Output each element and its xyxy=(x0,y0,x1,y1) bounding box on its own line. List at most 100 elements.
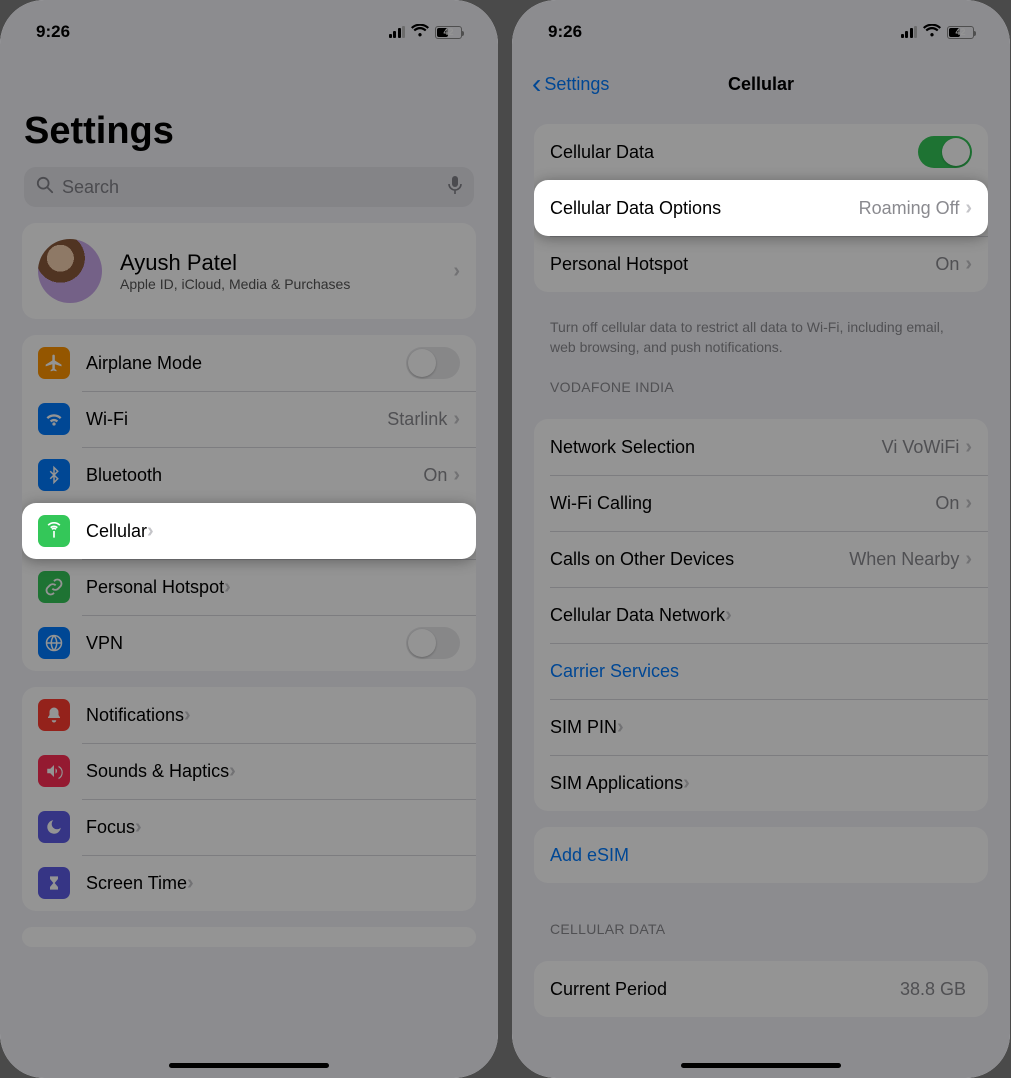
usage-header: CELLULAR DATA xyxy=(512,899,1010,945)
chevron-right-icon: › xyxy=(965,197,972,220)
chevron-right-icon: › xyxy=(224,576,231,599)
row-value: On xyxy=(423,465,447,486)
row-label: Cellular Data Options xyxy=(550,198,721,219)
add-esim-card: Add eSIM xyxy=(534,827,988,883)
chevron-right-icon: › xyxy=(184,704,191,727)
settings-row-vpn[interactable]: VPN xyxy=(22,615,476,671)
bell-icon xyxy=(38,699,70,731)
profile-card[interactable]: Ayush Patel Apple ID, iCloud, Media & Pu… xyxy=(22,223,476,319)
row-label: Carrier Services xyxy=(550,661,679,682)
cellular-note: Turn off cellular data to restrict all d… xyxy=(512,308,1010,357)
settings-row-notifications[interactable]: Notifications› xyxy=(22,687,476,743)
cellular-row-sim-applications[interactable]: SIM Applications› xyxy=(534,755,988,811)
chevron-right-icon: › xyxy=(135,816,142,839)
row-label: Wi-Fi Calling xyxy=(550,493,652,514)
settings-row-bluetooth[interactable]: Bluetooth On › xyxy=(22,447,476,503)
search-icon xyxy=(36,176,54,199)
chevron-right-icon: › xyxy=(229,760,236,783)
cellular-row-carrier-services[interactable]: Carrier Services xyxy=(534,643,988,699)
chevron-right-icon: › xyxy=(683,772,690,795)
row-value: Vi VoWiFi xyxy=(882,437,960,458)
chevron-right-icon: › xyxy=(965,548,972,571)
add-esim-label: Add eSIM xyxy=(550,845,629,866)
settings-row-wi-fi[interactable]: Wi-Fi Starlink › xyxy=(22,391,476,447)
battery-icon: 42 xyxy=(947,26,974,39)
chevron-right-icon: › xyxy=(147,520,154,543)
nav-header: ‹ Settings Cellular xyxy=(512,60,1010,108)
row-value: Roaming Off xyxy=(859,198,960,219)
cellular-screen: 9:26 42 ‹ Settings Cellular Cellular Dat… xyxy=(512,0,1010,1078)
cellular-top-group: Cellular Data Cellular Data Options Roamin… xyxy=(534,124,988,292)
nav-title: Cellular xyxy=(728,74,794,95)
settings-row-focus[interactable]: Focus› xyxy=(22,799,476,855)
cellular-row-cellular-data[interactable]: Cellular Data xyxy=(534,124,988,180)
page-title: Settings xyxy=(0,50,498,163)
settings-screen: 9:26 42 Settings Search Ayush Patel Appl… xyxy=(0,0,498,1078)
cellular-row-cellular-data-options[interactable]: Cellular Data Options Roaming Off› xyxy=(534,180,988,236)
row-label: Wi-Fi xyxy=(86,409,128,430)
chevron-right-icon: › xyxy=(965,253,972,276)
cellular-row-personal-hotspot[interactable]: Personal Hotspot On › xyxy=(534,236,988,292)
search-input[interactable]: Search xyxy=(24,167,474,207)
chevron-right-icon: › xyxy=(965,492,972,515)
carrier-group: Network SelectionVi VoWiFi›Wi-Fi Calling… xyxy=(534,419,988,811)
row-label: Bluetooth xyxy=(86,465,162,486)
home-indicator[interactable] xyxy=(681,1063,841,1068)
status-bar: 9:26 42 xyxy=(0,0,498,50)
chevron-right-icon: › xyxy=(725,604,732,627)
settings-row-screen-time[interactable]: Screen Time› xyxy=(22,855,476,911)
microphone-icon[interactable] xyxy=(448,175,462,200)
row-value: On xyxy=(935,493,959,514)
toggle-switch[interactable] xyxy=(406,627,460,659)
row-value: 38.8 GB xyxy=(900,979,966,1000)
settings-row-personal-hotspot[interactable]: Personal Hotspot› xyxy=(22,559,476,615)
add-esim-row[interactable]: Add eSIM xyxy=(534,827,988,883)
link-icon xyxy=(38,571,70,603)
status-time: 9:26 xyxy=(36,22,70,42)
hourglass-icon xyxy=(38,867,70,899)
row-label: Notifications xyxy=(86,705,184,726)
row-label: Cellular Data xyxy=(550,142,654,163)
chevron-right-icon: › xyxy=(453,464,460,487)
cellular-row-cellular-data-network[interactable]: Cellular Data Network› xyxy=(534,587,988,643)
cellular-row-calls-on-other-devices[interactable]: Calls on Other DevicesWhen Nearby› xyxy=(534,531,988,587)
settings-row-airplane-mode[interactable]: Airplane Mode xyxy=(22,335,476,391)
row-value: Starlink xyxy=(387,409,447,430)
back-label: Settings xyxy=(544,74,609,95)
avatar xyxy=(38,239,102,303)
toggle-switch[interactable] xyxy=(918,136,972,168)
row-label: Airplane Mode xyxy=(86,353,202,374)
row-value: When Nearby xyxy=(849,549,959,570)
row-label: Sounds & Haptics xyxy=(86,761,229,782)
back-button[interactable]: ‹ Settings xyxy=(532,74,609,95)
current-period-row[interactable]: Current Period 38.8 GB xyxy=(534,961,988,1017)
search-placeholder: Search xyxy=(62,177,119,198)
antenna-icon xyxy=(38,515,70,547)
row-label: Personal Hotspot xyxy=(550,254,688,275)
speaker-icon xyxy=(38,755,70,787)
profile-desc: Apple ID, iCloud, Media & Purchases xyxy=(120,276,350,292)
battery-icon: 42 xyxy=(435,26,462,39)
row-label: Focus xyxy=(86,817,135,838)
chevron-right-icon: › xyxy=(453,260,460,283)
moon-icon xyxy=(38,811,70,843)
chevron-right-icon: › xyxy=(617,716,624,739)
profile-name: Ayush Patel xyxy=(120,250,350,276)
cellular-row-network-selection[interactable]: Network SelectionVi VoWiFi› xyxy=(534,419,988,475)
row-value: On xyxy=(935,254,959,275)
settings-row-cellular[interactable]: Cellular› xyxy=(22,503,476,559)
bluetooth-icon xyxy=(38,459,70,491)
home-indicator[interactable] xyxy=(169,1063,329,1068)
row-label: SIM PIN xyxy=(550,717,617,738)
cellular-signal-icon xyxy=(901,26,918,38)
chevron-left-icon: ‹ xyxy=(532,76,541,93)
cellular-row-sim-pin[interactable]: SIM PIN› xyxy=(534,699,988,755)
wifi-icon xyxy=(411,22,429,42)
settings-row-sounds-haptics[interactable]: Sounds & Haptics› xyxy=(22,743,476,799)
cellular-row-wi-fi-calling[interactable]: Wi-Fi Calling On › xyxy=(534,475,988,531)
chevron-right-icon: › xyxy=(453,408,460,431)
settings-group-connectivity: Airplane ModeWi-FiStarlink›BluetoothOn›C… xyxy=(22,335,476,671)
toggle-switch[interactable] xyxy=(406,347,460,379)
settings-group-general xyxy=(22,927,476,947)
chevron-right-icon: › xyxy=(965,436,972,459)
